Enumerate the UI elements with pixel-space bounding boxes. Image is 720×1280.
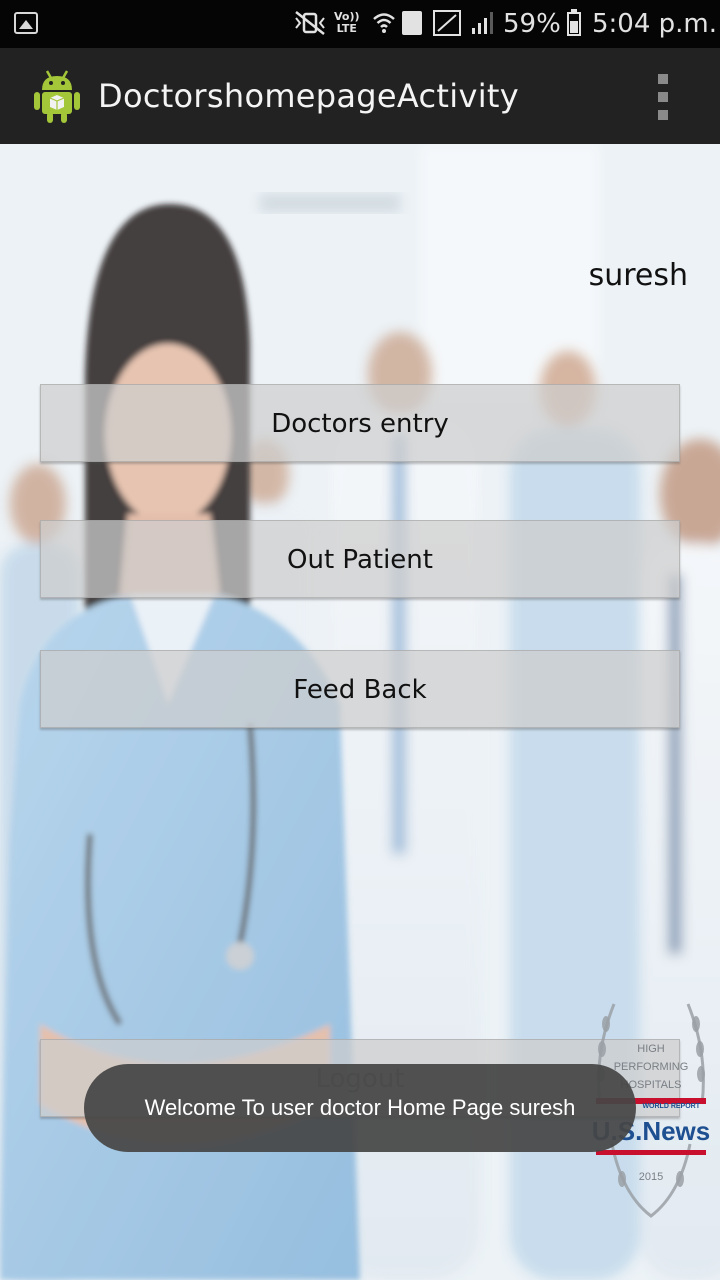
vibrate-mute-icon [295,11,325,35]
page-title: DoctorshomepageActivity [98,77,519,115]
gallery-notification-icon [14,12,38,34]
feed-back-button[interactable]: Feed Back [40,650,680,728]
home-content: suresh Doctors entry Out Patient Feed Ba… [0,144,720,1280]
logged-in-username: suresh [588,258,688,293]
doctors-entry-button[interactable]: Doctors entry [40,384,680,462]
badge-year: 2015 [639,1171,663,1183]
sim-slot-badge: 1 [402,11,422,35]
welcome-toast: Welcome To user doctor Home Page suresh [84,1064,636,1152]
signal-strength-sim1-icon [433,10,461,36]
overflow-menu-icon[interactable] [648,72,678,122]
battery-icon [567,9,581,36]
wifi-icon [373,13,395,33]
android-app-icon [34,70,80,123]
badge-report: WORLD REPORT [642,1103,700,1110]
badge-line1: HIGH [637,1043,665,1055]
action-bar: DoctorshomepageActivity [0,48,720,144]
battery-percent: 59% [503,9,561,39]
status-bar: Vo)) LTE 1 59% 5:04 p.m. [0,0,720,48]
badge-line2: PERFORMING [614,1061,689,1073]
lte-label: LTE [336,22,357,35]
clock: 5:04 p.m. [592,9,718,39]
out-patient-button[interactable]: Out Patient [40,520,680,598]
signal-strength-sim2-icon [472,12,493,34]
volte-indicator: Vo)) LTE [334,11,360,35]
